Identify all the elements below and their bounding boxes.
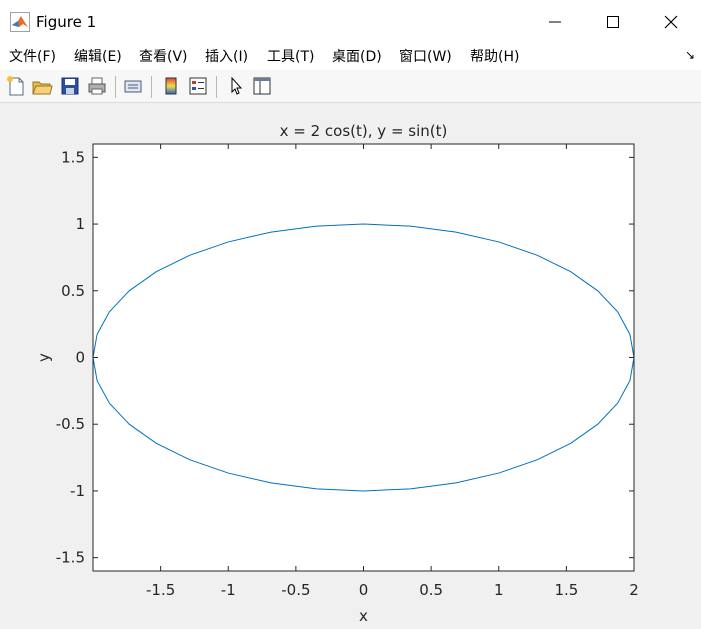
- x-tick-label: 2: [629, 581, 639, 599]
- y-tick-label: 0: [75, 349, 85, 367]
- menu-edit[interactable]: 编辑(E): [74, 48, 122, 66]
- matlab-logo-icon: [10, 12, 30, 32]
- menu-desktop[interactable]: 桌面(D): [332, 48, 382, 66]
- y-tick-label: 1: [75, 215, 85, 233]
- close-icon: [664, 15, 678, 29]
- legend-icon[interactable]: [187, 75, 209, 97]
- x-axis-label: x: [359, 607, 368, 625]
- y-tick-label: -1.5: [56, 549, 85, 567]
- maximize-button[interactable]: [584, 0, 642, 44]
- maximize-icon: [607, 16, 619, 28]
- x-tick-label: -1: [221, 581, 236, 599]
- axes-background: [93, 144, 634, 571]
- select-arrow-icon[interactable]: [225, 75, 247, 97]
- x-tick-label: -0.5: [281, 581, 310, 599]
- toolbar-separator: [115, 76, 116, 98]
- menu-bar: 文件(F) 编辑(E) 查看(V) 插入(I) 工具(T) 桌面(D) 窗口(W…: [0, 44, 701, 70]
- menu-window[interactable]: 窗口(W): [399, 48, 452, 66]
- minimize-icon: [549, 21, 561, 23]
- figure-toolbar: [0, 70, 701, 103]
- title-bar: Figure 1: [0, 0, 701, 44]
- y-tick-label: 1.5: [61, 148, 85, 166]
- new-figure-icon[interactable]: [5, 75, 27, 97]
- menu-help[interactable]: 帮助(H): [470, 48, 519, 66]
- x-tick-label: -1.5: [146, 581, 175, 599]
- x-tick-label: 1.5: [554, 581, 578, 599]
- figure-window: Figure 1 文件(F) 编辑(E) 查看(V) 插入(I) 工具(T) 桌…: [0, 0, 701, 629]
- figure-canvas: -1.5 -1 -0.5 0 0.5 1 1.5 2 -1.5 -1 -0.5 0 0.5 1 1.5 x …: [0, 103, 701, 629]
- menu-view[interactable]: 查看(V): [139, 48, 188, 66]
- menu-file[interactable]: 文件(F): [9, 48, 56, 66]
- y-tick-label: 0.5: [61, 282, 85, 300]
- chart-title: x = 2 cos(t), y = sin(t): [280, 122, 448, 140]
- dock-arrow-icon[interactable]: ↘: [685, 48, 695, 62]
- x-tick-label: 1: [494, 581, 504, 599]
- link-plot-icon[interactable]: [122, 75, 144, 97]
- menu-insert[interactable]: 插入(I): [205, 48, 248, 66]
- minimize-button[interactable]: [526, 0, 584, 44]
- colorbar-icon[interactable]: [160, 75, 182, 97]
- open-file-icon[interactable]: [31, 75, 53, 97]
- plot-svg: -1.5 -1 -0.5 0 0.5 1 1.5 2 -1.5 -1 -0.5 0 0.5 1 1.5 x …: [35, 122, 639, 625]
- property-inspector-icon[interactable]: [251, 75, 273, 97]
- y-tick-label: -0.5: [56, 415, 85, 433]
- y-axis-label: y: [35, 353, 53, 362]
- y-tick-label: -1: [70, 482, 85, 500]
- menu-tools[interactable]: 工具(T): [267, 48, 314, 66]
- window-title: Figure 1: [36, 13, 97, 31]
- close-button[interactable]: [642, 0, 700, 44]
- toolbar-separator: [151, 76, 152, 98]
- toolbar-separator: [216, 76, 217, 98]
- save-icon[interactable]: [59, 75, 81, 97]
- x-tick-label: 0: [359, 581, 369, 599]
- x-tick-label: 0.5: [419, 581, 443, 599]
- print-icon[interactable]: [86, 75, 108, 97]
